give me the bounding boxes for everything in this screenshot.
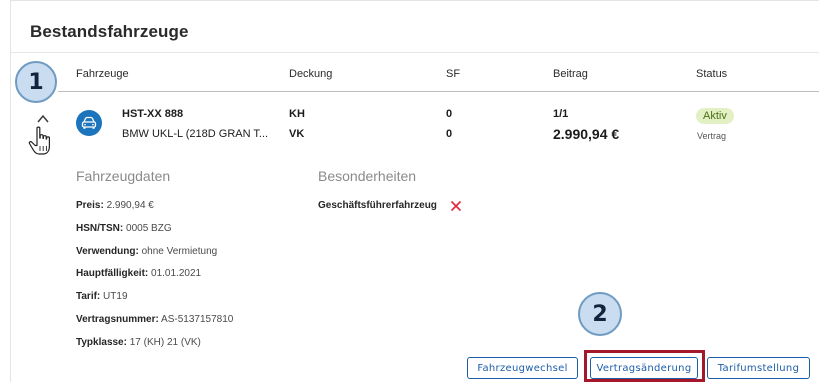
detail-key: Tarif: — [76, 291, 101, 302]
column-header-beitrag[interactable]: Beitrag — [553, 68, 588, 80]
detail-value: 17 (KH) 21 (VK) — [129, 337, 201, 348]
column-header-sf[interactable]: SF — [446, 68, 460, 80]
beitrag-amount: 2.990,94 € — [553, 126, 620, 142]
callout-badge-2: 2 — [578, 292, 622, 336]
detail-verwendung: Verwendung: ohne Vermietung — [76, 246, 217, 257]
car-icon — [76, 110, 102, 136]
detail-preis: Preis: 2.990,94 € — [76, 200, 154, 211]
detail-value: UT19 — [103, 291, 128, 302]
chevron-up-icon[interactable] — [36, 112, 50, 126]
fahrzeugwechsel-button[interactable]: Fahrzeugwechsel — [467, 357, 578, 379]
detail-key: Vertragsnummer: — [76, 314, 159, 325]
page-title: Bestandsfahrzeuge — [30, 22, 189, 41]
sf-kh: 0 — [446, 108, 453, 120]
detail-key: Preis: — [76, 200, 104, 211]
sf-vk: 0 — [446, 128, 453, 140]
close-icon[interactable] — [450, 200, 462, 212]
title-divider — [10, 52, 819, 53]
detail-key: Typklasse: — [76, 337, 127, 348]
column-header-deckung[interactable]: Deckung — [289, 68, 332, 80]
tarifumstellung-button[interactable]: Tarifumstellung — [707, 357, 810, 379]
status-badge: Aktiv — [696, 108, 734, 124]
detail-hauptfaelligkeit: Hauptfälligkeit: 01.01.2021 — [76, 268, 201, 279]
detail-hsn-tsn: HSN/TSN: 0005 BZG — [76, 223, 172, 234]
detail-value: AS-5137157810 — [161, 314, 234, 325]
highlight-frame — [584, 350, 705, 382]
vehicle-plate[interactable]: HST-XX 888 — [122, 108, 183, 120]
fahrzeugdaten-heading: Fahrzeugdaten — [76, 168, 171, 184]
deckung-vk: VK — [289, 128, 305, 140]
column-header-fahrzeuge[interactable]: Fahrzeuge — [76, 68, 129, 80]
besonderheiten-heading: Besonderheiten — [318, 168, 417, 184]
detail-typklasse: Typklasse: 17 (KH) 21 (VK) — [76, 337, 201, 348]
callout-badge-1: 1 — [15, 61, 57, 103]
deckung-kh: KH — [289, 108, 305, 120]
detail-key: Verwendung: — [76, 246, 139, 257]
beitrag-ratio: 1/1 — [553, 108, 569, 120]
detail-key: HSN/TSN: — [76, 223, 124, 234]
detail-value: 2.990,94 € — [106, 200, 154, 211]
column-header-status[interactable]: Status — [696, 68, 727, 80]
hand-pointer-icon — [28, 126, 50, 155]
detail-tarif: Tarif: UT19 — [76, 291, 128, 302]
detail-value: 01.01.2021 — [151, 268, 202, 279]
detail-value: 0005 BZG — [126, 223, 172, 234]
vehicle-model: BMW UKL-L (218D GRAN T... — [122, 128, 269, 140]
status-sub: Vertrag — [697, 131, 727, 141]
detail-key: Hauptfälligkeit: — [76, 268, 149, 279]
detail-value: ohne Vermietung — [141, 246, 218, 257]
detail-vertragsnummer: Vertragsnummer: AS-5137157810 — [76, 314, 233, 325]
besonderheit-item: Geschäftsführerfahrzeug — [318, 200, 437, 211]
header-divider — [58, 91, 819, 92]
